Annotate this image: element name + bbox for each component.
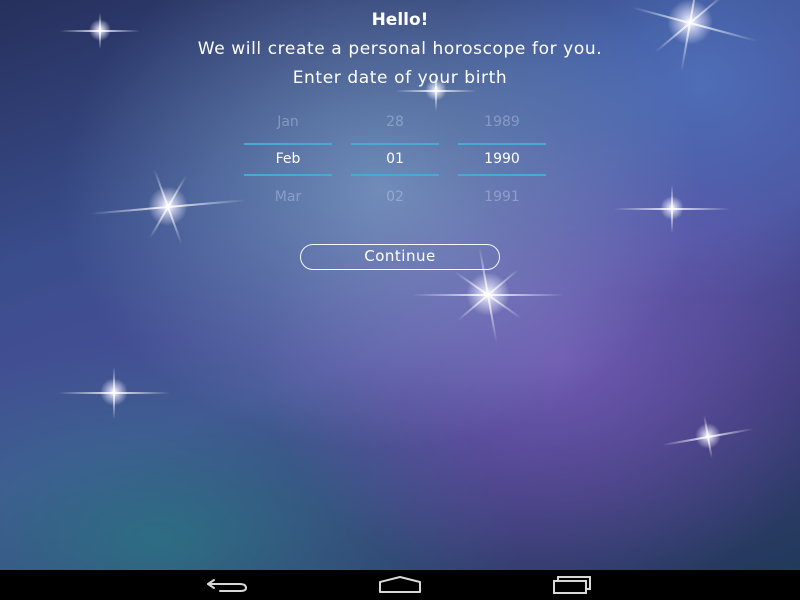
month-selected-value[interactable]: Feb: [244, 151, 332, 167]
back-arrow-icon: [207, 579, 248, 592]
back-button[interactable]: [198, 574, 258, 596]
day-picker[interactable]: 28 01 02: [351, 108, 439, 220]
sparkle-icon: [612, 148, 732, 268]
sparkle-icon: [658, 386, 758, 486]
screen: Hello! We will create a personal horosco…: [0, 0, 800, 600]
picker-divider: [244, 143, 332, 145]
day-selected-value[interactable]: 01: [351, 151, 439, 167]
home-button[interactable]: [370, 574, 430, 596]
year-next-option[interactable]: 1991: [458, 189, 546, 205]
greeting-title: Hello!: [371, 10, 429, 30]
year-picker[interactable]: 1989 1990 1991: [458, 108, 546, 220]
day-prev-option[interactable]: 28: [351, 114, 439, 130]
year-selected-value[interactable]: 1990: [458, 151, 546, 167]
month-picker[interactable]: Jan Feb Mar: [244, 108, 332, 220]
day-next-option[interactable]: 02: [351, 189, 439, 205]
picker-divider: [351, 143, 439, 145]
system-navigation-bar: [0, 570, 800, 600]
picker-divider: [458, 143, 546, 145]
picker-divider: [458, 174, 546, 176]
month-next-option[interactable]: Mar: [244, 189, 332, 205]
recent-apps-icon: [553, 576, 591, 594]
month-prev-option[interactable]: Jan: [244, 114, 332, 130]
horoscope-subtitle: We will create a personal horoscope for …: [197, 39, 603, 59]
continue-button[interactable]: Continue: [300, 244, 500, 270]
home-icon: [379, 576, 421, 593]
recent-apps-button[interactable]: [542, 574, 602, 596]
picker-divider: [244, 174, 332, 176]
year-prev-option[interactable]: 1989: [458, 114, 546, 130]
picker-divider: [351, 174, 439, 176]
sparkle-icon: [408, 214, 568, 374]
birth-date-prompt: Enter date of your birth: [292, 68, 508, 88]
sparkle-icon: [54, 332, 174, 452]
sparkle-icon: [88, 126, 248, 286]
